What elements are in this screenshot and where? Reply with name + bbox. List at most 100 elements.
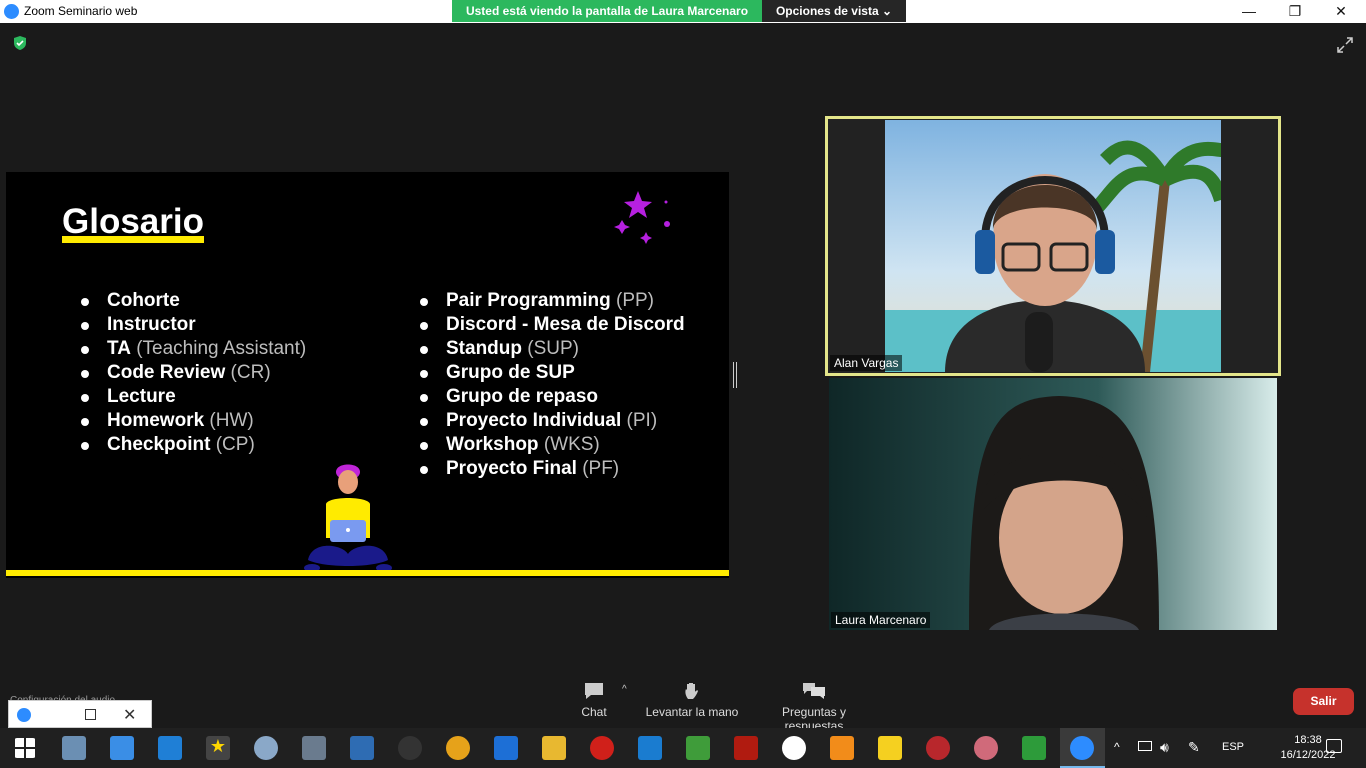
glossary-item: TA (Teaching Assistant) bbox=[79, 337, 306, 361]
window-title: Zoom Seminario web bbox=[24, 4, 138, 18]
close-icon[interactable]: ✕ bbox=[123, 705, 136, 725]
alan-video-feed bbox=[885, 120, 1221, 372]
fullscreen-icon[interactable] bbox=[1336, 36, 1354, 54]
video-tile-alan[interactable]: Alan Vargas bbox=[825, 116, 1281, 376]
glossary-item: Discord - Mesa de Discord bbox=[418, 313, 685, 337]
pen-tray-icon[interactable]: ✎ bbox=[1188, 739, 1200, 756]
system-info-icon[interactable] bbox=[158, 736, 182, 760]
sticky-app-icon[interactable] bbox=[878, 736, 902, 760]
glossary-item: Checkpoint (CP) bbox=[79, 433, 306, 457]
resize-divider-handle[interactable] bbox=[733, 362, 737, 388]
notifications-icon[interactable] bbox=[1326, 739, 1342, 753]
glossary-item: Cohorte bbox=[79, 289, 306, 313]
glossary-term: Lecture bbox=[107, 386, 176, 407]
glossary-item: Workshop (WKS) bbox=[418, 433, 685, 457]
glossary-term: Proyecto Individual bbox=[446, 410, 622, 431]
chat-bubble-icon bbox=[585, 683, 603, 699]
screen-share-banner: Usted está viendo la pantalla de Laura M… bbox=[452, 0, 762, 22]
glossary-term: Checkpoint bbox=[107, 434, 211, 455]
chat-options-chevron-icon[interactable]: ^ bbox=[622, 684, 627, 695]
battery-icon[interactable] bbox=[1138, 741, 1152, 751]
glossary-term: Instructor bbox=[107, 314, 196, 335]
glossary-list-left: Cohorte Instructor TA (Teaching Assistant)… bbox=[79, 289, 306, 457]
maximize-icon[interactable] bbox=[85, 709, 96, 720]
glossary-item: Code Review (CR) bbox=[79, 361, 306, 385]
slide-title: Glosario bbox=[62, 202, 204, 241]
glossary-item: Pair Programming (PP) bbox=[418, 289, 685, 313]
raise-hand-button[interactable]: Levantar la mano bbox=[644, 681, 740, 719]
qa-bubbles-icon bbox=[803, 683, 825, 699]
minimized-zoom-window[interactable]: ✕ bbox=[8, 700, 152, 728]
exit-meeting-button[interactable]: Salir bbox=[1293, 688, 1354, 715]
glossary-item: Lecture bbox=[79, 385, 306, 409]
glossary-term: Homework bbox=[107, 410, 205, 431]
sublime-text-icon[interactable] bbox=[830, 736, 854, 760]
color-grid-app-icon[interactable] bbox=[1022, 736, 1046, 760]
sheet-app-icon[interactable] bbox=[686, 736, 710, 760]
task-manager-icon[interactable] bbox=[62, 736, 86, 760]
star-app-icon[interactable]: ★ bbox=[206, 736, 230, 760]
glossary-abbreviation: (PP) bbox=[610, 290, 654, 311]
windows-taskbar: ★ ^ 🔊︎ ✎ ESP 18:38 16/12/2022 bbox=[0, 728, 1366, 768]
glossary-term: Code Review bbox=[107, 362, 226, 383]
glossary-abbreviation: (WKS) bbox=[538, 434, 600, 455]
glossary-item: Homework (HW) bbox=[79, 409, 306, 433]
chat-label: Chat bbox=[581, 705, 607, 719]
participant-name-laura: Laura Marcenaro bbox=[831, 612, 931, 628]
filezilla-icon[interactable] bbox=[734, 736, 758, 760]
glossary-item: Proyecto Final (PF) bbox=[418, 457, 685, 481]
glossary-abbreviation: (HW) bbox=[204, 410, 254, 431]
glossary-item: Proyecto Individual (PI) bbox=[418, 409, 685, 433]
volume-icon[interactable]: 🔊︎ bbox=[1160, 739, 1169, 756]
security-shield-icon[interactable] bbox=[12, 35, 28, 51]
glossary-term: Grupo de repaso bbox=[446, 386, 599, 407]
paint-icon[interactable] bbox=[254, 736, 278, 760]
h-app-icon[interactable] bbox=[494, 736, 518, 760]
glossary-term: Cohorte bbox=[107, 290, 180, 311]
restore-button[interactable]: ❐ bbox=[1272, 1, 1318, 22]
glossary-term: Workshop bbox=[446, 434, 539, 455]
puzzle-app-icon[interactable] bbox=[926, 736, 950, 760]
glossary-term: Grupo de SUP bbox=[446, 362, 575, 383]
language-indicator[interactable]: ESP bbox=[1222, 741, 1244, 753]
windows-start-icon[interactable] bbox=[14, 738, 36, 758]
chat-button[interactable]: Chat bbox=[574, 681, 614, 719]
glossary-abbreviation: (SUP) bbox=[522, 338, 579, 359]
show-hidden-icons-chevron-icon[interactable]: ^ bbox=[1114, 740, 1120, 754]
zoom-app-icon bbox=[4, 4, 19, 19]
slide-floor-bar bbox=[6, 570, 729, 576]
calculator-icon[interactable] bbox=[350, 736, 374, 760]
palette-app-icon[interactable] bbox=[974, 736, 998, 760]
glossary-term: Proyecto Final bbox=[446, 458, 577, 479]
camera-icon[interactable] bbox=[302, 736, 326, 760]
raise-hand-label: Levantar la mano bbox=[645, 705, 739, 719]
glossary-abbreviation: (CP) bbox=[210, 434, 255, 455]
zoom-taskbar-icon[interactable] bbox=[1070, 736, 1094, 760]
minimize-button[interactable]: — bbox=[1226, 1, 1272, 22]
video-tile-laura[interactable]: Laura Marcenaro bbox=[829, 378, 1277, 630]
opera-browser-icon[interactable] bbox=[590, 736, 614, 760]
glossary-abbreviation: (PF) bbox=[576, 458, 620, 479]
glossary-abbreviation: (PI) bbox=[621, 410, 658, 431]
glossary-term: TA bbox=[107, 338, 131, 359]
person-with-laptop-illustration bbox=[304, 464, 392, 572]
qa-button[interactable]: Preguntas y respuestas bbox=[752, 681, 876, 733]
vscode-icon[interactable] bbox=[638, 736, 662, 760]
timer-app-icon[interactable] bbox=[446, 736, 470, 760]
pen-app-icon[interactable] bbox=[398, 736, 422, 760]
glossary-item: Grupo de SUP bbox=[418, 361, 685, 385]
mongodb-compass-icon[interactable] bbox=[782, 736, 806, 760]
glossary-list-right: Pair Programming (PP) Discord - Mesa de D… bbox=[418, 289, 685, 481]
glossary-abbreviation: (CR) bbox=[225, 362, 271, 383]
glossary-item: Grupo de repaso bbox=[418, 385, 685, 409]
view-options-button[interactable]: Opciones de vista ⌄ bbox=[762, 0, 906, 22]
glossary-term: Standup bbox=[446, 338, 522, 359]
window-app-icon[interactable] bbox=[110, 736, 134, 760]
zoom-mini-icon bbox=[17, 708, 31, 722]
participant-name-alan: Alan Vargas bbox=[830, 355, 903, 371]
sparkle-stars-icon bbox=[614, 191, 670, 244]
hand-icon bbox=[685, 683, 698, 699]
glossary-term: Discord - Mesa de Discord bbox=[446, 314, 685, 335]
close-button[interactable]: ✕ bbox=[1318, 1, 1364, 22]
file-explorer-icon[interactable] bbox=[542, 736, 566, 760]
